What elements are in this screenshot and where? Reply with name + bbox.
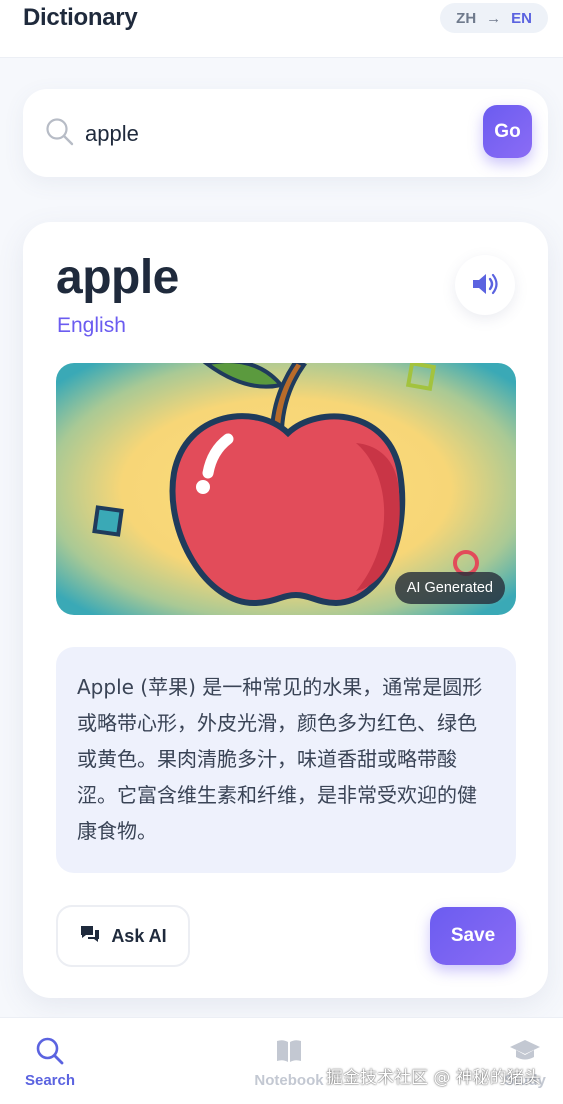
go-button[interactable]: Go <box>483 105 532 158</box>
language-switch[interactable]: ZH → EN <box>440 3 548 33</box>
nav-item-study[interactable]: Study <box>490 1018 560 1104</box>
nav-item-search[interactable]: Search <box>14 1018 86 1104</box>
word-heading: apple <box>56 251 179 304</box>
nav-item-notebook[interactable]: Notebook <box>246 1018 332 1104</box>
search-icon <box>35 1034 65 1068</box>
search-icon <box>45 117 75 147</box>
app-title: Dictionary <box>23 4 138 31</box>
arrow-right-icon: → <box>486 9 502 27</box>
definition-text: Apple (苹果) 是一种常见的水果，通常是圆形或略带心形，外皮光滑，颜色多为… <box>77 675 483 843</box>
word-illustration: AI Generated <box>56 363 516 615</box>
word-result-card: apple English AI Generated Apple (苹果) 是一… <box>23 222 548 998</box>
definition-box: Apple (苹果) 是一种常见的水果，通常是圆形或略带心形，外皮光滑，颜色多为… <box>56 647 516 873</box>
bottom-navigation: Search Notebook Study <box>0 1017 563 1104</box>
speaker-icon <box>470 270 500 301</box>
word-language: English <box>57 314 126 337</box>
watermark: 掘金技术社区 @ 神秘的猪头 <box>326 1068 541 1088</box>
pronounce-button[interactable] <box>455 255 515 315</box>
nav-label-search: Search <box>24 1072 76 1089</box>
ai-generated-badge: AI Generated <box>394 572 505 604</box>
source-language: ZH <box>456 9 477 27</box>
search-card: Go <box>23 89 548 177</box>
save-button[interactable]: Save <box>430 907 516 965</box>
chat-bubbles-icon <box>79 924 101 949</box>
book-icon <box>275 1034 303 1068</box>
search-input[interactable] <box>85 117 465 151</box>
nav-label-notebook: Notebook <box>254 1072 324 1089</box>
ask-ai-button[interactable]: Ask AI <box>56 905 190 967</box>
target-language: EN <box>511 9 532 27</box>
app-header: Dictionary ZH → EN <box>0 0 563 58</box>
ask-ai-label: Ask AI <box>111 925 167 946</box>
